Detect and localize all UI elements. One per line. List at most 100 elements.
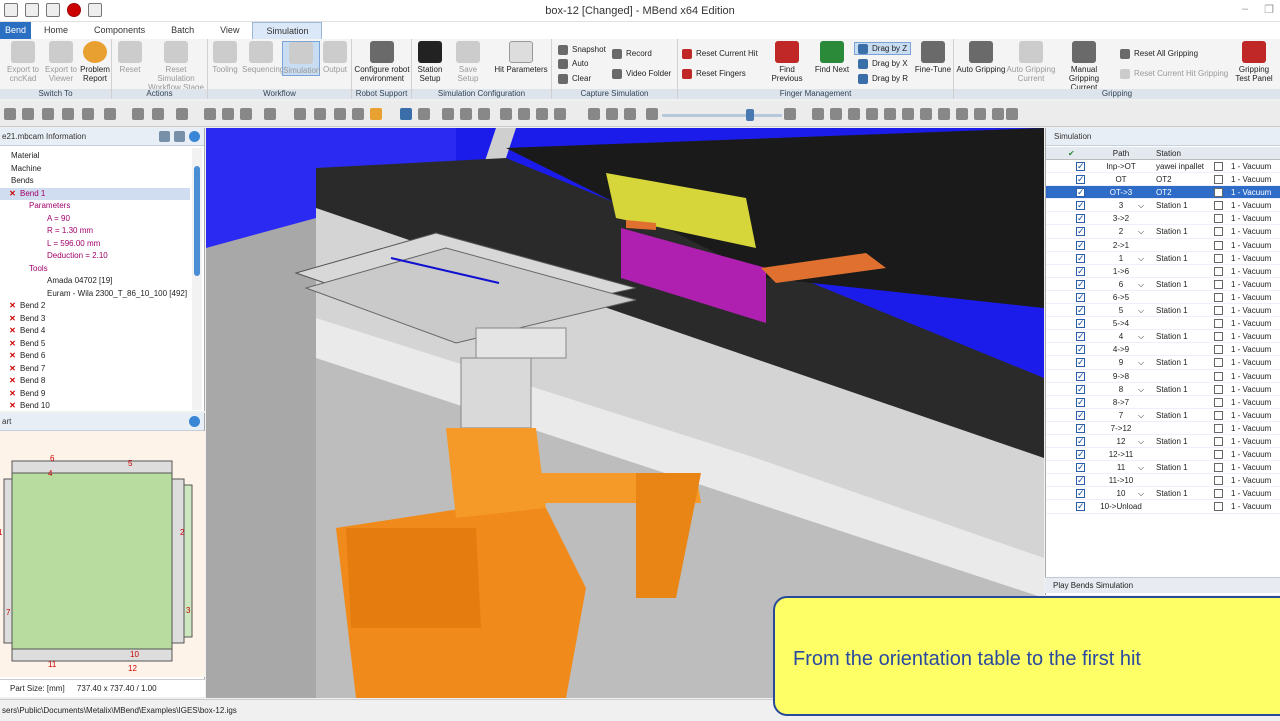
table-row[interactable]: OT OT2 1 - Vacuum xyxy=(1046,173,1280,186)
refresh-icon[interactable] xyxy=(174,131,185,142)
tool-icon[interactable] xyxy=(62,108,74,120)
tool-icon[interactable] xyxy=(294,108,306,120)
table-row[interactable]: 12->11 1 - Vacuum xyxy=(1046,448,1280,461)
row-option-checkbox[interactable] xyxy=(1214,371,1223,381)
zoom-slider-thumb[interactable] xyxy=(746,109,754,121)
row-option-checkbox[interactable] xyxy=(1214,162,1223,171)
reset-current-hit-gripping-button[interactable]: Reset Current Hit Gripping xyxy=(1120,67,1228,80)
expand-icon[interactable]: ⌵ xyxy=(1138,435,1144,448)
tab-components[interactable]: Components xyxy=(81,22,158,39)
tool-icon[interactable] xyxy=(500,108,512,120)
record-button[interactable]: Record xyxy=(612,47,652,60)
row-option-checkbox[interactable] xyxy=(1214,358,1223,368)
tree-item[interactable]: ✕ Bend 3 xyxy=(0,313,190,326)
tree-item[interactable]: ✕ Bend 8 xyxy=(0,375,190,388)
eye-icon[interactable] xyxy=(352,108,364,120)
row-checkbox[interactable] xyxy=(1076,239,1085,252)
table-row[interactable]: 11->10 1 - Vacuum xyxy=(1046,474,1280,487)
tool-icon[interactable] xyxy=(370,108,382,120)
select-icon[interactable] xyxy=(400,108,412,120)
row-checkbox[interactable] xyxy=(1076,370,1085,383)
tree-item[interactable]: Euram - Wila 2300_T_86_10_100 [492] xyxy=(0,288,190,301)
expand-icon[interactable]: ⌵ xyxy=(1138,225,1144,238)
output-button[interactable]: Output xyxy=(320,41,350,74)
tree-item[interactable]: R = 1.30 mm xyxy=(0,225,190,238)
row-checkbox[interactable] xyxy=(1076,330,1085,343)
tool-icon[interactable] xyxy=(848,108,860,120)
tool-icon[interactable] xyxy=(22,108,34,120)
row-option-checkbox[interactable] xyxy=(1214,332,1223,342)
column-path[interactable]: Path xyxy=(1091,147,1151,160)
tool-icon[interactable] xyxy=(222,108,234,120)
row-checkbox[interactable] xyxy=(1076,396,1085,409)
table-row[interactable]: 2⌵Station 11 - Vacuum xyxy=(1046,225,1280,239)
drag-r-button[interactable]: Drag by R xyxy=(858,72,908,85)
row-checkbox[interactable] xyxy=(1076,448,1085,461)
gripping-test-button[interactable]: Gripping Test Panel xyxy=(1234,41,1274,83)
row-checkbox[interactable] xyxy=(1076,343,1085,356)
drag-z-button[interactable]: Drag by Z xyxy=(854,42,912,55)
expand-icon[interactable]: ⌵ xyxy=(1138,409,1144,422)
row-option-checkbox[interactable] xyxy=(1214,423,1223,433)
tool-icon[interactable] xyxy=(518,108,530,120)
tree-item[interactable]: Tools xyxy=(0,263,190,276)
zoom-icon[interactable] xyxy=(442,108,454,120)
tree-item[interactable]: Material xyxy=(0,150,190,163)
tree-item[interactable]: A = 90 xyxy=(0,213,190,226)
tool-icon[interactable] xyxy=(82,108,94,120)
row-option-checkbox[interactable] xyxy=(1214,201,1223,211)
row-checkbox[interactable] xyxy=(1076,422,1085,435)
tree-item[interactable]: ✕ Bend 6 xyxy=(0,350,190,363)
row-option-checkbox[interactable] xyxy=(1214,463,1223,473)
tree-item[interactable]: ✕ Bend 2 xyxy=(0,300,190,313)
hit-parameters-button[interactable]: Hit Parameters xyxy=(492,41,550,74)
row-checkbox[interactable] xyxy=(1076,212,1085,225)
tree-item[interactable]: ✕ Bend 9 xyxy=(0,388,190,401)
row-option-checkbox[interactable] xyxy=(1214,319,1223,329)
row-checkbox[interactable] xyxy=(1076,173,1085,186)
tool-icon[interactable] xyxy=(240,108,252,120)
configure-robot-button[interactable]: Configure robot environment xyxy=(354,41,410,83)
scrollbar-thumb[interactable] xyxy=(194,166,200,276)
close-icon[interactable] xyxy=(189,416,200,427)
check-all-icon[interactable]: ✔ xyxy=(1068,147,1075,160)
tool-icon[interactable] xyxy=(1006,108,1018,120)
tool-icon[interactable] xyxy=(536,108,548,120)
tab-batch[interactable]: Batch xyxy=(158,22,207,39)
tree-item[interactable]: Machine xyxy=(0,163,190,176)
tree-item[interactable]: L = 596.00 mm xyxy=(0,238,190,251)
tab-simulation[interactable]: Simulation xyxy=(252,22,323,39)
tool-icon[interactable] xyxy=(152,108,164,120)
sequencing-button[interactable]: Sequencing xyxy=(242,41,284,74)
row-checkbox[interactable] xyxy=(1076,278,1085,291)
table-row[interactable]: 1⌵Station 11 - Vacuum xyxy=(1046,252,1280,265)
tree-item[interactable]: ✕ Bend 4 xyxy=(0,325,190,338)
export-cncKad-button[interactable]: Export to cncKad xyxy=(4,41,42,83)
row-checkbox[interactable] xyxy=(1076,500,1085,514)
row-option-checkbox[interactable] xyxy=(1214,502,1223,512)
find-next-button[interactable]: Find Next xyxy=(812,41,852,74)
row-option-checkbox[interactable] xyxy=(1214,292,1223,302)
expand-icon[interactable]: ⌵ xyxy=(1138,278,1144,291)
row-checkbox[interactable] xyxy=(1076,186,1085,199)
simulation-button[interactable]: Simulation xyxy=(282,41,320,76)
row-option-checkbox[interactable] xyxy=(1214,188,1223,198)
tool-icon[interactable] xyxy=(938,108,950,120)
tab-view[interactable]: View xyxy=(207,22,252,39)
tool-icon[interactable] xyxy=(956,108,968,120)
reset-workflow-button[interactable]: Reset Simulation Workflow Stage xyxy=(146,41,206,92)
clear-button[interactable]: Clear xyxy=(558,72,591,85)
row-option-checkbox[interactable] xyxy=(1214,345,1223,355)
expand-icon[interactable]: ⌵ xyxy=(1138,487,1144,500)
table-row[interactable]: 8->7 1 - Vacuum xyxy=(1046,396,1280,409)
tool-icon[interactable] xyxy=(606,108,618,120)
reset-fingers-button[interactable]: Reset Fingers xyxy=(682,67,746,80)
tool-icon[interactable] xyxy=(554,108,566,120)
tool-icon[interactable] xyxy=(264,108,276,120)
row-option-checkbox[interactable] xyxy=(1214,266,1223,276)
close-icon[interactable] xyxy=(189,131,200,142)
zoom-in-icon[interactable] xyxy=(460,108,472,120)
play-bends-bar[interactable]: Play Bends Simulation xyxy=(1045,577,1280,593)
row-option-checkbox[interactable] xyxy=(1214,384,1223,394)
row-checkbox[interactable] xyxy=(1076,474,1085,487)
